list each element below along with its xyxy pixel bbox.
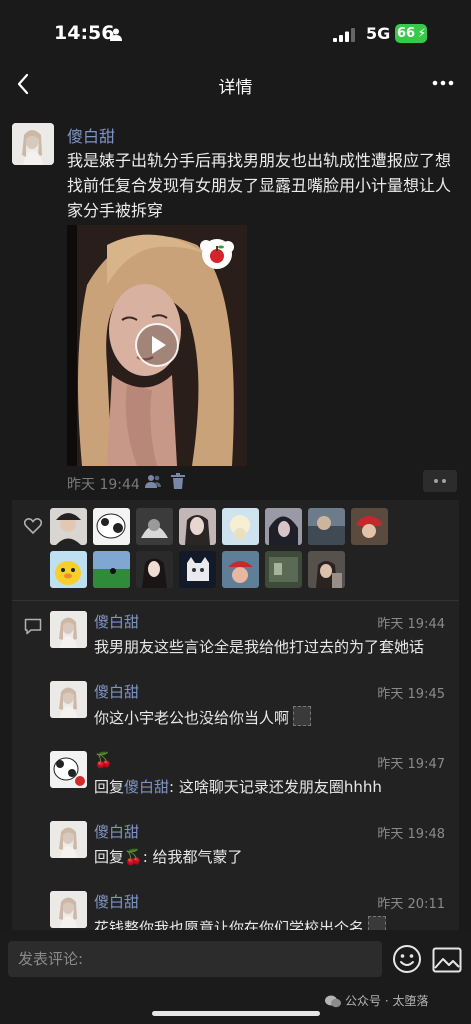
comment-icon [24, 618, 42, 639]
commenter-avatar[interactable] [50, 821, 87, 858]
menu-dot [442, 479, 446, 483]
liker-avatar[interactable] [179, 551, 216, 588]
reply-prefix: 回复 [94, 848, 125, 866]
commenter-avatar[interactable] [50, 751, 87, 788]
battery-level: 66 [397, 26, 416, 41]
liker-avatar[interactable] [50, 551, 87, 588]
person-icon [110, 26, 122, 45]
image-picker-button[interactable] [432, 947, 462, 973]
sticker-image-icon [293, 706, 312, 726]
liker-avatar[interactable] [136, 508, 173, 545]
liker-avatar[interactable] [308, 508, 345, 545]
delete-trash-icon[interactable] [171, 473, 185, 493]
menu-dot [434, 479, 438, 483]
comment-text[interactable]: 我男朋友这些言论全是我给他打过去的为了套她话 [94, 636, 450, 657]
status-bar: 14:56 5G 66 ⚡ [0, 0, 471, 58]
interactions-panel: 傻白甜 昨天 19:44 我男朋友这些言论全是我给他打过去的为了套她话 傻白甜 … [12, 500, 459, 940]
commenter-avatar[interactable] [50, 681, 87, 718]
wechat-icon [325, 993, 341, 1012]
liker-avatar[interactable] [179, 508, 216, 545]
home-indicator [152, 1011, 320, 1016]
commenter-name[interactable]: 傻白甜 [94, 891, 139, 912]
comment-time: 昨天 19:48 [377, 827, 445, 842]
navigation-bar: 详情 [0, 58, 471, 110]
like-comment-menu-button[interactable] [423, 470, 457, 492]
liker-avatar[interactable] [265, 508, 302, 545]
comment-text[interactable]: 回复🍒: 给我都气蒙了 [94, 846, 450, 867]
more-dots-icon [432, 80, 454, 86]
watermark-text: 公众号 · 太堕落 [345, 994, 429, 1008]
cellular-signal-icon [333, 27, 355, 46]
comment-item: 傻白甜 昨天 19:44 我男朋友这些言论全是我给他打过去的为了套她话 [12, 600, 459, 670]
likes-section [12, 500, 459, 601]
comment-time: 昨天 19:47 [377, 757, 445, 772]
play-button[interactable] [135, 323, 179, 367]
post-text: 我是婊子出轨分手后再找男朋友也出轨成性遭报应了想找前任复合发现有女朋友了显露丑嘴… [67, 151, 452, 220]
comment-text-content: : 这啥聊天记录还发朋友圈hhhh [169, 778, 382, 796]
image-icon [432, 947, 462, 973]
comment-time: 昨天 19:44 [377, 617, 445, 632]
comment-item: 傻白甜 昨天 19:45 你这小宇老公也没给你当人啊 [12, 670, 459, 740]
liker-avatar[interactable] [351, 508, 388, 545]
poster-name[interactable]: 傻白甜 [67, 123, 115, 147]
comment-text[interactable]: 你这小宇老公也没给你当人啊 [94, 706, 450, 728]
status-time: 14:56 [54, 22, 115, 44]
comment-time: 昨天 20:11 [377, 897, 445, 912]
liker-avatar[interactable] [308, 551, 345, 588]
visibility-people-icon[interactable] [145, 474, 161, 493]
liker-avatar[interactable] [265, 551, 302, 588]
comment-text[interactable]: 回复傻白甜: 这啥聊天记录还发朋友圈hhhh [94, 776, 450, 797]
heart-icon [23, 518, 43, 538]
liker-avatar[interactable] [222, 508, 259, 545]
commenter-name[interactable]: 傻白甜 [94, 681, 139, 702]
commenter-name[interactable]: 傻白甜 [94, 611, 139, 632]
apple-sticker-icon [197, 237, 237, 271]
liker-avatar[interactable] [93, 551, 130, 588]
charging-bolt-icon: ⚡ [417, 26, 426, 40]
commenter-avatar[interactable] [50, 891, 87, 928]
reply-to-name[interactable]: 🍒 [124, 848, 143, 866]
comment-item: 傻白甜 昨天 19:48 回复🍒: 给我都气蒙了 [12, 810, 459, 880]
liker-avatar[interactable] [93, 508, 130, 545]
reply-to-name[interactable]: 傻白甜 [124, 778, 169, 796]
emoji-button[interactable] [392, 944, 422, 974]
comment-item: 🍒 昨天 19:47 回复傻白甜: 这啥聊天记录还发朋友圈hhhh [12, 740, 459, 810]
more-options-button[interactable] [428, 72, 458, 94]
commenter-avatar[interactable] [50, 611, 87, 648]
emoji-smile-icon [393, 945, 421, 973]
comment-time: 昨天 19:45 [377, 687, 445, 702]
liker-avatar[interactable] [222, 551, 259, 588]
network-type: 5G [366, 24, 391, 43]
comment-input[interactable] [8, 941, 382, 977]
comment-text-content: : 给我都气蒙了 [142, 848, 243, 866]
reply-prefix: 回复 [94, 778, 125, 796]
poster-avatar[interactable] [12, 123, 54, 165]
commenter-name[interactable]: 🍒 [94, 751, 113, 769]
page-title: 详情 [218, 78, 253, 98]
comment-input-bar: 公众号 · 太堕落 [0, 930, 471, 1024]
video-thumbnail[interactable] [67, 225, 247, 466]
comment-text-content: 你这小宇老公也没给你当人啊 [94, 709, 290, 727]
commenter-name[interactable]: 傻白甜 [94, 821, 139, 842]
battery-indicator: 66 ⚡ [395, 24, 427, 43]
post-time: 昨天 19:44 [67, 477, 140, 493]
liker-avatar[interactable] [50, 508, 87, 545]
liker-avatar[interactable] [136, 551, 173, 588]
